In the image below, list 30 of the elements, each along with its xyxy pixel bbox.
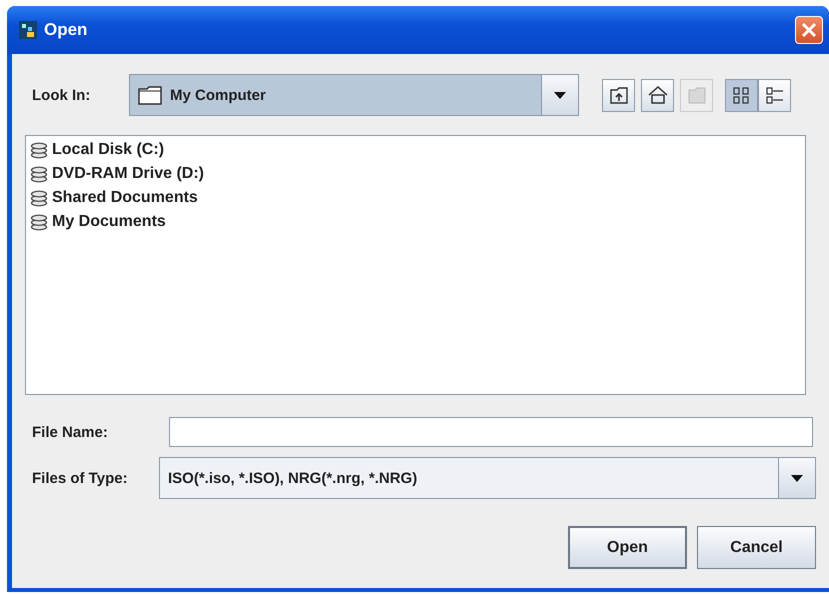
file-list-item[interactable]: My Documents [52,213,166,231]
details-view-button[interactable] [758,78,791,112]
cancel-button[interactable]: Cancel [697,526,816,569]
window-title: Open [44,20,88,40]
details-view-icon [764,84,784,106]
drive-icon [30,142,48,158]
file-type-dropdown[interactable]: ISO(*.iso, *.ISO), NRG(*.nrg, *.NRG) [159,457,816,499]
drive-icon [30,190,48,206]
home-button[interactable] [641,78,674,112]
file-name-label: File Name: [32,424,109,440]
look-in-value: My Computer [170,86,266,104]
file-name-field[interactable] [169,417,813,447]
list-view-icon [732,84,752,106]
up-folder-button[interactable] [602,78,635,112]
app-icon [19,21,37,39]
list-view-button[interactable] [725,78,758,112]
close-icon [801,22,817,38]
file-list-item[interactable]: DVD-RAM Drive (D:) [52,165,204,183]
file-type-value: ISO(*.iso, *.ISO), NRG(*.nrg, *.NRG) [168,470,418,486]
folder-icon [138,85,164,105]
home-icon [646,84,668,106]
open-button[interactable]: Open [568,526,687,569]
look-in-dropdown[interactable]: My Computer [129,74,579,116]
drive-icon [30,166,48,182]
file-type-label: Files of Type: [32,470,129,486]
file-list-item[interactable]: Shared Documents [52,189,198,207]
drive-icon [30,214,48,230]
look-in-label: Look In: [32,86,92,104]
close-button[interactable] [795,16,823,44]
file-list-item[interactable]: Local Disk (C:) [52,141,164,159]
